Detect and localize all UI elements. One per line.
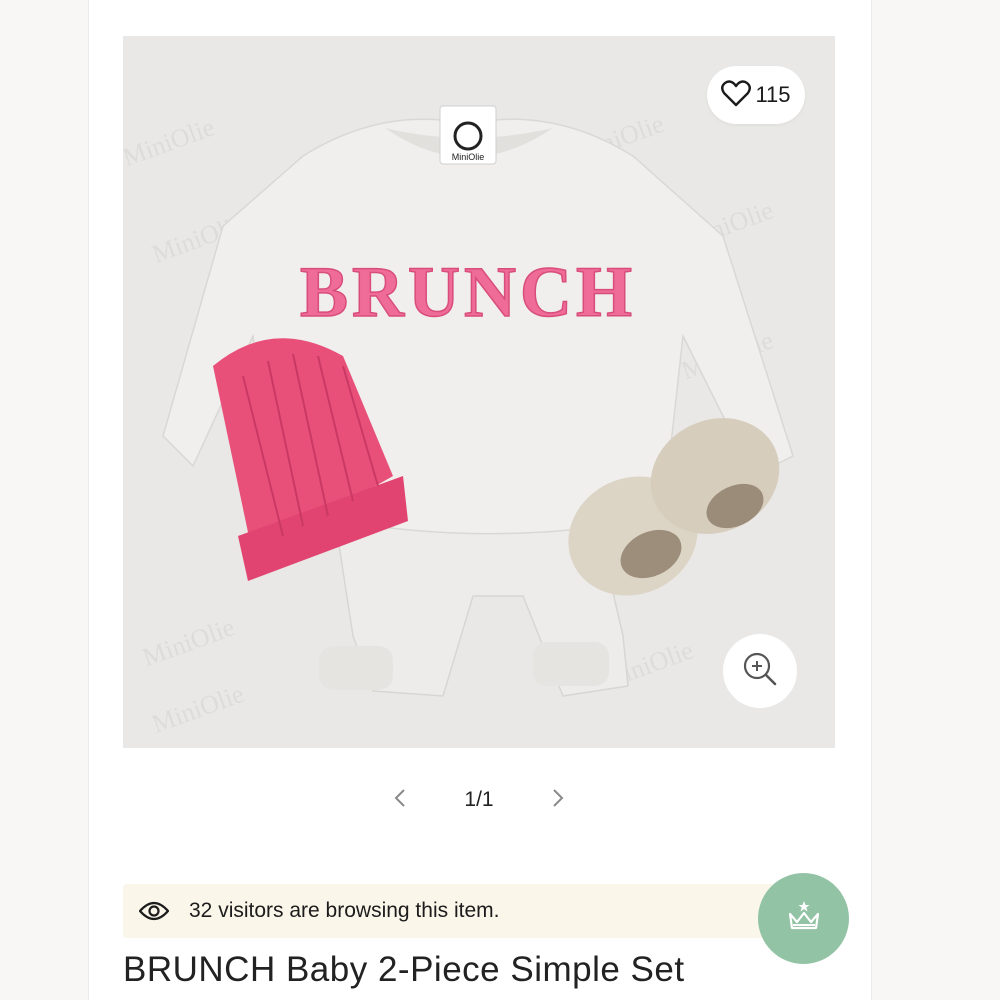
product-photo: MiniOlie MiniOlie MiniOlie MiniOlie Mini… bbox=[123, 36, 835, 748]
eye-icon bbox=[139, 896, 169, 926]
wishlist-button[interactable]: 115 bbox=[707, 66, 805, 124]
heart-icon bbox=[721, 79, 752, 112]
previous-image-button[interactable] bbox=[380, 780, 420, 820]
svg-text:BRUNCH: BRUNCH bbox=[300, 252, 636, 332]
gallery-pager: 1/1 bbox=[123, 780, 835, 820]
wishlist-count: 115 bbox=[755, 82, 791, 107]
next-image-button[interactable] bbox=[538, 780, 578, 820]
chevron-right-icon bbox=[551, 788, 565, 813]
product-page: MiniOlie MiniOlie MiniOlie MiniOlie Mini… bbox=[88, 0, 872, 1000]
chevron-left-icon bbox=[393, 788, 407, 813]
zoom-in-icon bbox=[741, 650, 779, 693]
rewards-button[interactable] bbox=[758, 873, 849, 964]
zoom-button[interactable] bbox=[723, 634, 797, 708]
svg-text:MiniOlie: MiniOlie bbox=[452, 152, 485, 162]
crown-icon bbox=[786, 898, 822, 939]
product-image-gallery[interactable]: MiniOlie MiniOlie MiniOlie MiniOlie Mini… bbox=[123, 36, 835, 748]
visitors-text: 32 visitors are browsing this item. bbox=[189, 899, 500, 922]
product-title: BRUNCH Baby 2-Piece Simple Set bbox=[123, 950, 685, 989]
page-indicator: 1/1 bbox=[464, 788, 494, 811]
visitors-banner: 32 visitors are browsing this item. bbox=[123, 884, 799, 938]
